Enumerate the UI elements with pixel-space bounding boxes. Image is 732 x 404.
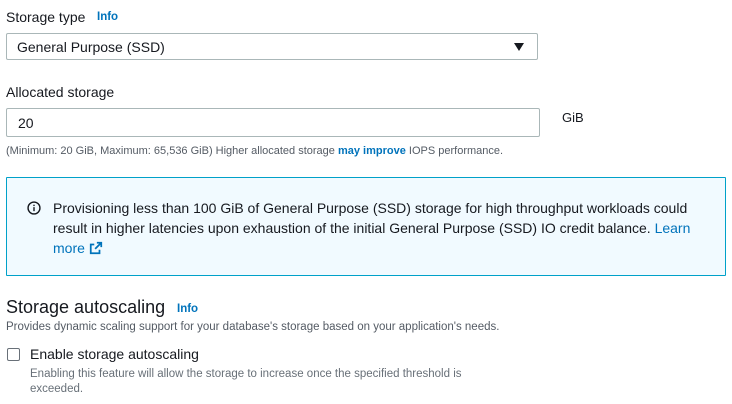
caret-down-icon (514, 43, 524, 51)
storage-type-info-link[interactable]: Info (97, 11, 118, 23)
storage-type-label: Storage type (6, 9, 86, 25)
alert-text: Provisioning less than 100 GiB of Genera… (53, 200, 688, 236)
alert-message: Provisioning less than 100 GiB of Genera… (53, 198, 713, 258)
allocated-storage-label: Allocated storage (6, 84, 115, 100)
storage-type-select[interactable]: General Purpose (SSD) (6, 33, 538, 60)
autoscaling-description: Provides dynamic scaling support for you… (6, 321, 500, 333)
hint-emphasis: may improve (337, 145, 406, 157)
hint-suffix: IOPS performance. (405, 145, 504, 157)
allocated-storage-hint: (Minimum: 20 GiB, Maximum: 65,536 GiB) H… (6, 145, 503, 157)
info-alert: Provisioning less than 100 GiB of Genera… (6, 177, 726, 276)
autoscaling-info-link[interactable]: Info (177, 303, 198, 315)
enable-autoscaling-label[interactable]: Enable storage autoscaling (30, 346, 199, 362)
enable-autoscaling-checkbox[interactable] (7, 348, 20, 361)
hint-prefix: (Minimum: 20 GiB, Maximum: 65,536 GiB) H… (6, 145, 338, 157)
allocated-storage-unit: GiB (562, 110, 584, 125)
external-link-icon (89, 241, 102, 255)
storage-type-selected-value: General Purpose (SSD) (17, 39, 165, 55)
allocated-storage-input[interactable] (6, 108, 540, 137)
autoscaling-heading: Storage autoscaling (6, 297, 166, 317)
info-circle-icon (27, 201, 41, 215)
enable-autoscaling-description: Enabling this feature will allow the sto… (30, 368, 462, 395)
